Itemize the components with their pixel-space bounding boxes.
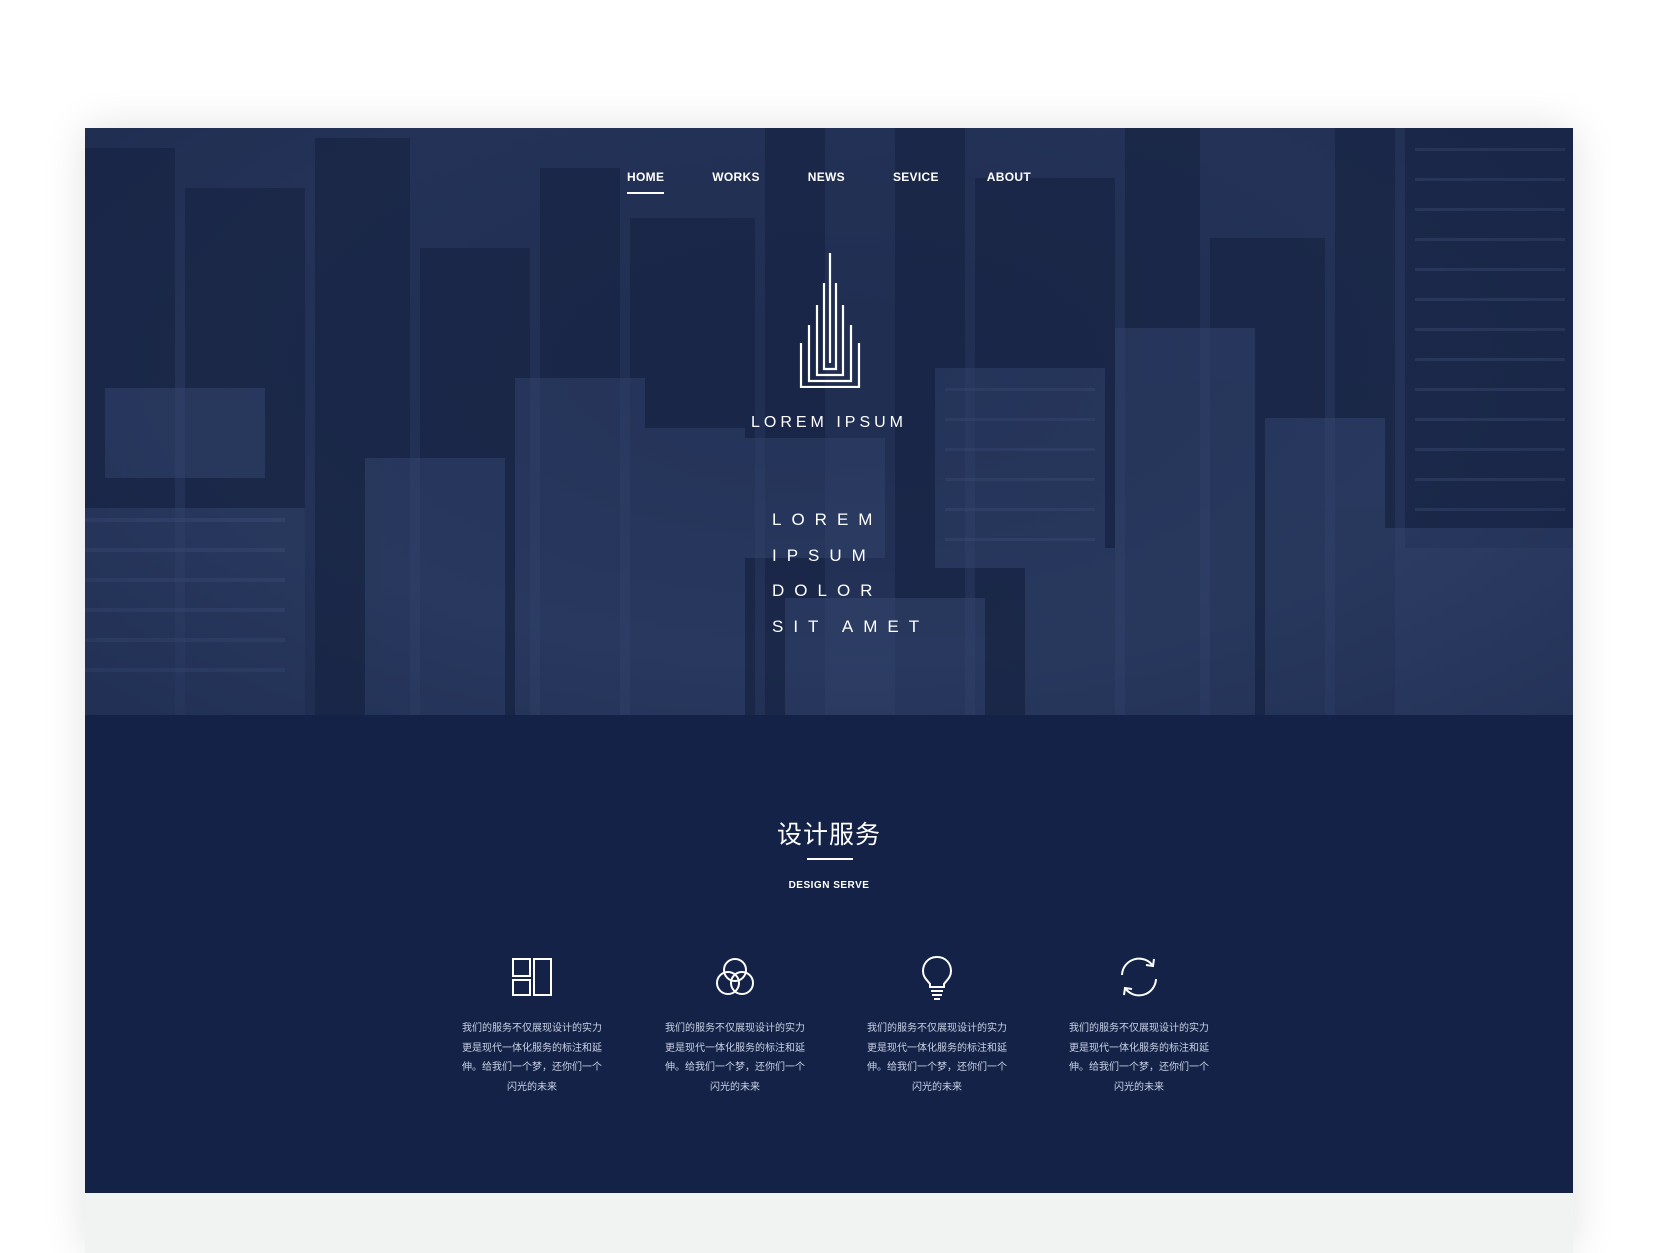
feature-item: 我们的服务不仅展现设计的实力 更是现代一体化服务的标注和延 伸。给我们一个梦，还…	[660, 953, 810, 1097]
section-subtitle: DESIGN SERVE	[788, 880, 870, 891]
feature-line: 更是现代一体化服务的标注和延	[665, 1042, 805, 1054]
feature-line: 闪光的未来	[912, 1081, 962, 1093]
feature-line: 伸。给我们一个梦，还你们一个	[665, 1062, 805, 1073]
next-section-strip	[85, 1193, 1573, 1253]
feature-text: 我们的服务不仅展现设计的实力 更是现代一体化服务的标注和延 伸。给我们一个梦，还…	[457, 1019, 607, 1097]
feature-item: 我们的服务不仅展现设计的实力 更是现代一体化服务的标注和延 伸。给我们一个梦，还…	[457, 953, 607, 1097]
tagline-line: LOREM	[772, 510, 883, 529]
feature-line: 更是现代一体化服务的标注和延	[462, 1042, 602, 1054]
overlap-circles-icon	[716, 958, 754, 995]
main-nav: HOME WORKS NEWS SEVICE ABOUT	[85, 164, 1573, 194]
feature-text: 我们的服务不仅展现设计的实力 更是现代一体化服务的标注和延 伸。给我们一个梦，还…	[1064, 1019, 1214, 1097]
design-serve-section: 设计服务 DESIGN SERVE 我们的服务不仅展现设计的实力 更是现代一体化…	[85, 715, 1573, 1193]
title-divider	[807, 858, 853, 860]
feature-line: 更是现代一体化服务的标注和延	[867, 1042, 1007, 1054]
feature-line: 我们的服务不仅展现设计的实力	[1069, 1023, 1209, 1034]
section-title: 设计服务	[776, 821, 881, 849]
feature-item: 我们的服务不仅展现设计的实力 更是现代一体化服务的标注和延 伸。给我们一个梦，还…	[1064, 953, 1214, 1097]
nav-news[interactable]: NEWS	[808, 164, 845, 194]
feature-line: 闪光的未来	[1114, 1081, 1164, 1093]
feature-item: 我们的服务不仅展现设计的实力 更是现代一体化服务的标注和延 伸。给我们一个梦，还…	[862, 953, 1012, 1097]
nav-about[interactable]: ABOUT	[987, 164, 1031, 194]
brand-name: LOREM IPSUM	[750, 414, 907, 431]
feature-line: 闪光的未来	[507, 1081, 557, 1093]
tagline-line: IPSUM	[772, 545, 876, 565]
feature-line: 伸。给我们一个梦，还你们一个	[462, 1062, 602, 1073]
refresh-icon	[1121, 957, 1157, 997]
building-logo-icon	[799, 253, 861, 388]
feature-line: 更是现代一体化服务的标注和延	[1069, 1042, 1209, 1054]
feature-line: 伸。给我们一个梦，还你们一个	[1069, 1062, 1209, 1073]
nav-works[interactable]: WORKS	[712, 164, 760, 194]
feature-list: 我们的服务不仅展现设计的实力 更是现代一体化服务的标注和延 伸。给我们一个梦，还…	[457, 953, 1217, 1133]
feature-line: 伸。给我们一个梦，还你们一个	[867, 1062, 1007, 1073]
page-frame: HOME WORKS NEWS SEVICE ABOUT LOREM IPSUM…	[85, 128, 1573, 1253]
feature-line: 我们的服务不仅展现设计的实力	[867, 1023, 1007, 1034]
lightbulb-icon	[921, 955, 953, 1000]
nav-home[interactable]: HOME	[627, 164, 665, 194]
nav-service[interactable]: SEVICE	[893, 164, 939, 194]
feature-line: 闪光的未来	[710, 1081, 760, 1093]
feature-line: 我们的服务不仅展现设计的实力	[665, 1023, 805, 1034]
feature-text: 我们的服务不仅展现设计的实力 更是现代一体化服务的标注和延 伸。给我们一个梦，还…	[862, 1019, 1012, 1097]
feature-text: 我们的服务不仅展现设计的实力 更是现代一体化服务的标注和延 伸。给我们一个梦，还…	[660, 1019, 810, 1097]
hero-tagline: LOREM IPSUM DOLOR SIT AMET	[772, 502, 930, 644]
layout-grid-icon	[512, 958, 552, 996]
feature-line: 我们的服务不仅展现设计的实力	[462, 1023, 602, 1034]
tagline-line: DOLOR	[772, 581, 883, 600]
tagline-line: SIT AMET	[772, 616, 930, 636]
hero-section: HOME WORKS NEWS SEVICE ABOUT LOREM IPSUM…	[85, 128, 1573, 715]
